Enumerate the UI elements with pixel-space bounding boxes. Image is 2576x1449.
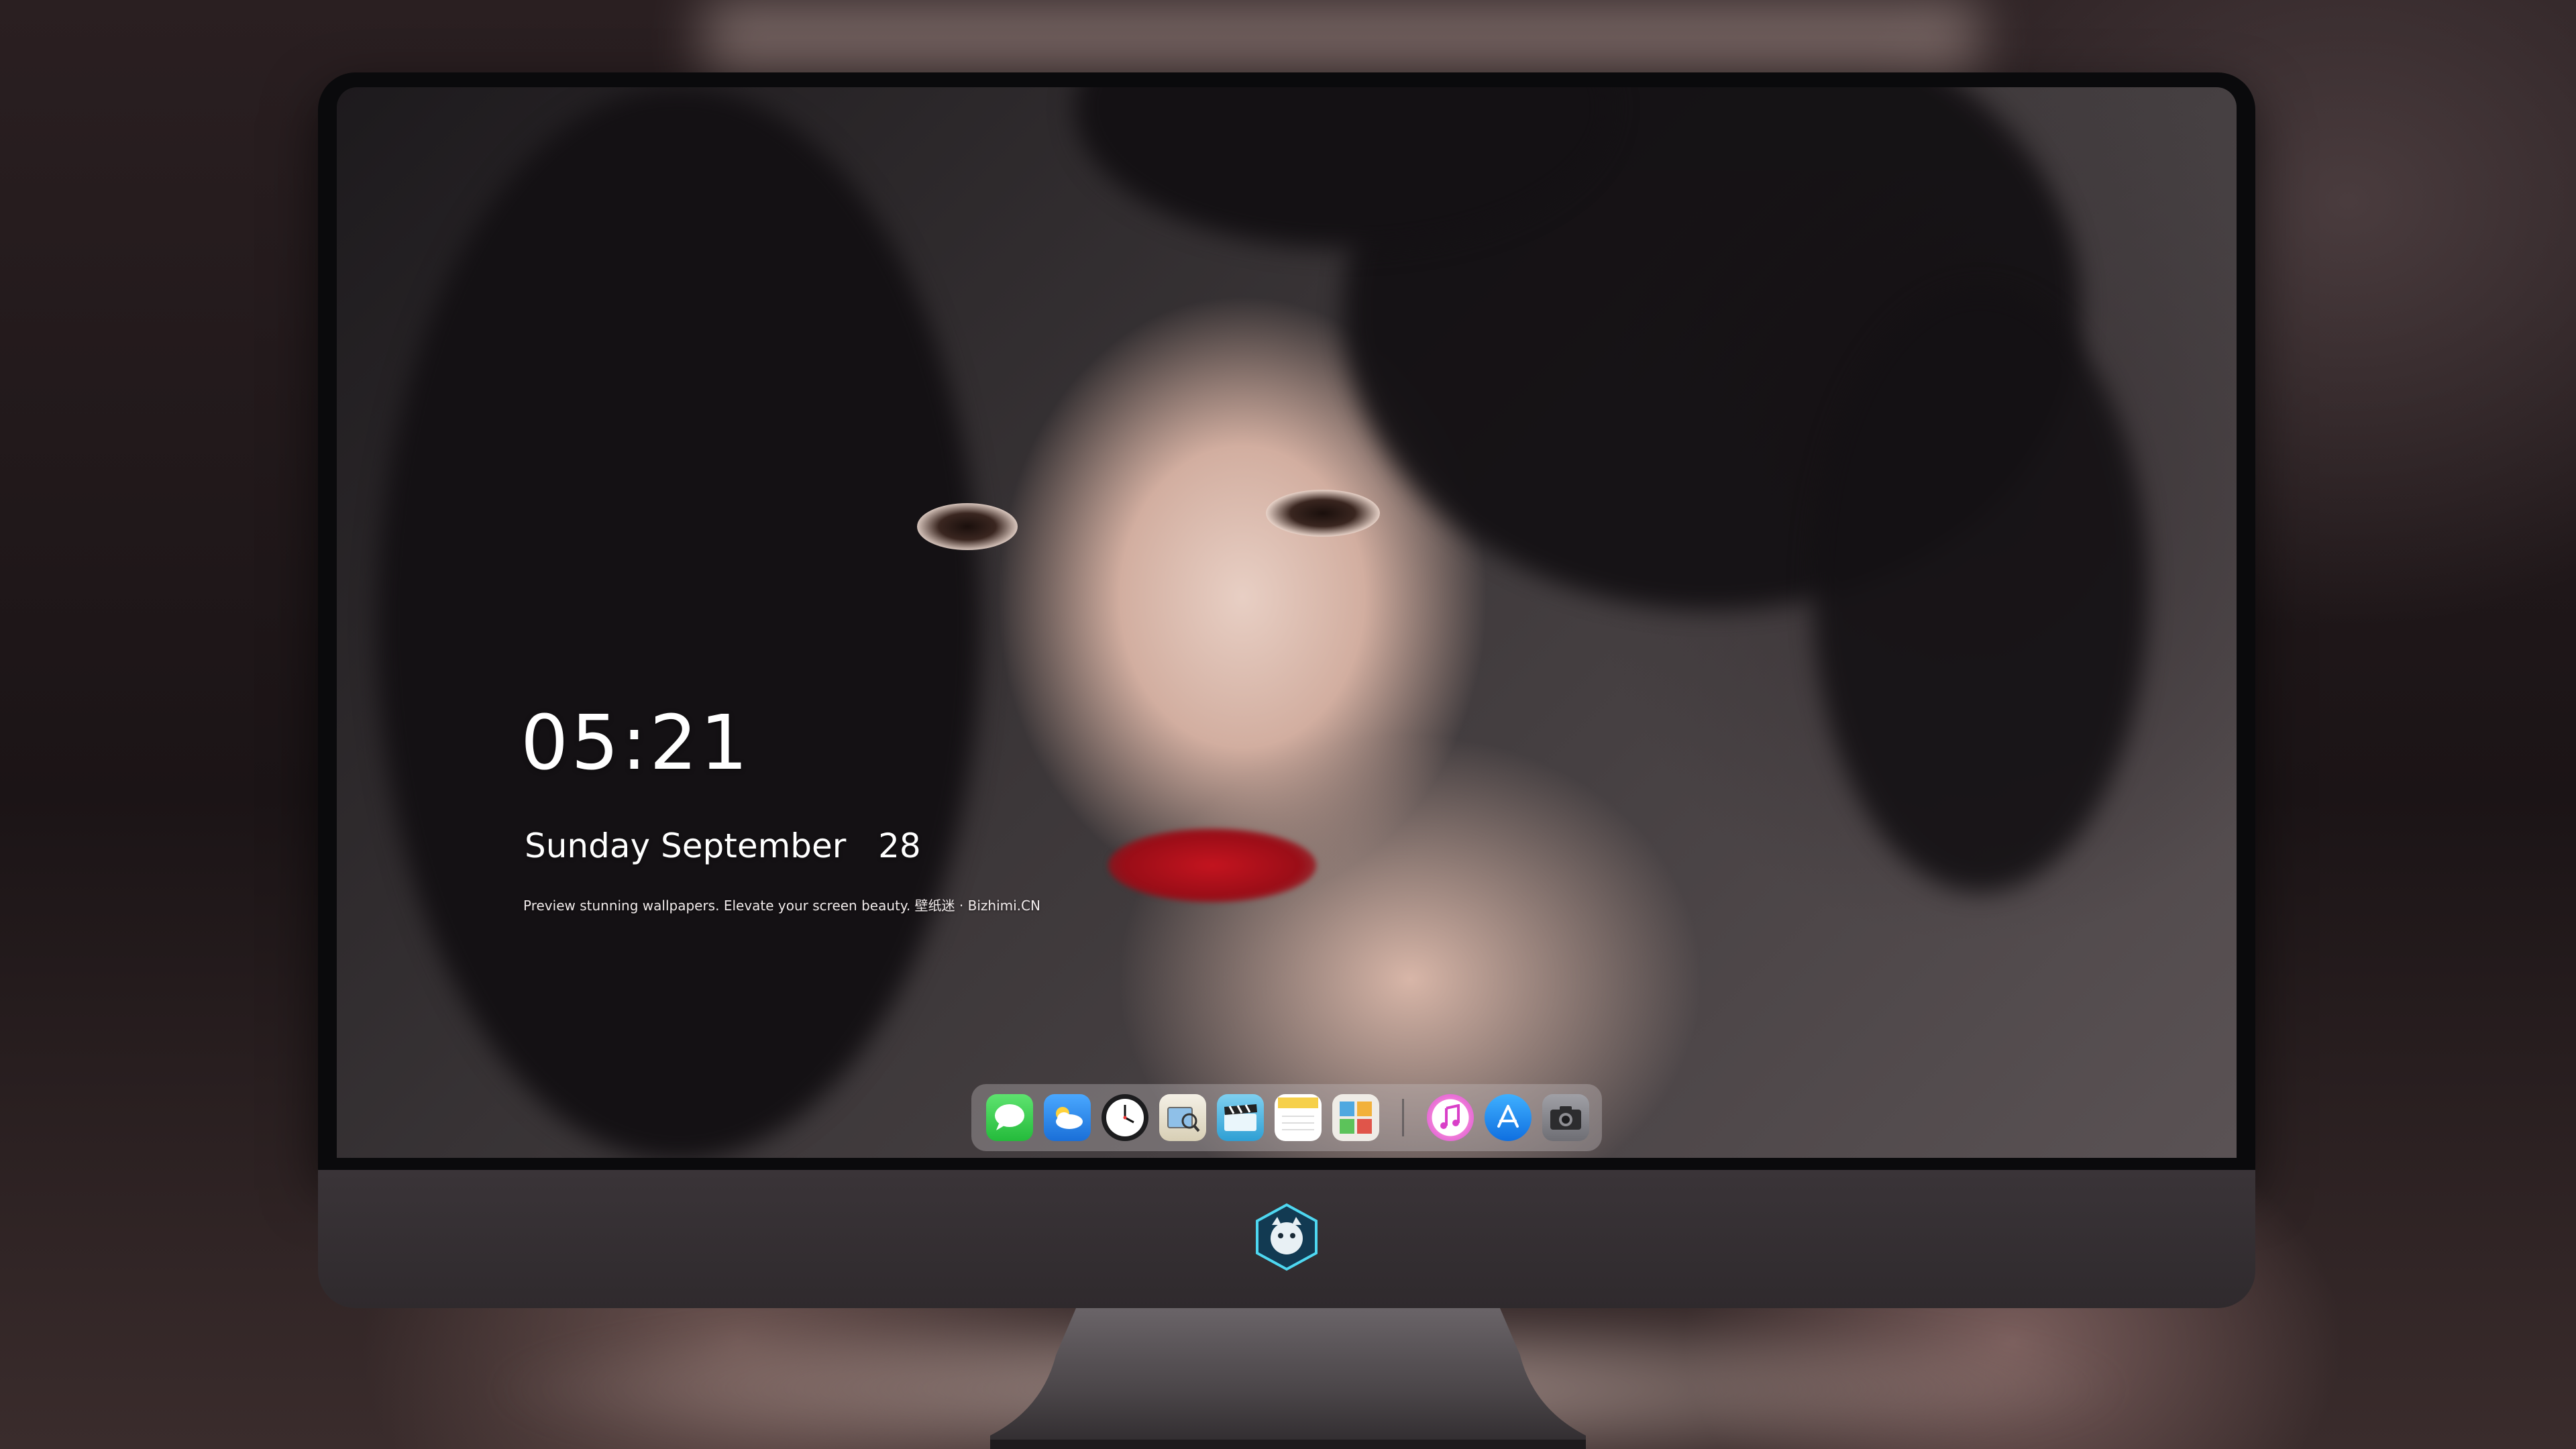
wallpaper-tagline: Preview stunning wallpapers. Elevate you… bbox=[523, 898, 1040, 914]
wallpaper-detail bbox=[1108, 828, 1316, 902]
clock-icon[interactable] bbox=[1102, 1094, 1148, 1141]
date-month: September bbox=[661, 826, 847, 865]
dock bbox=[971, 1084, 1602, 1151]
messages-icon[interactable] bbox=[986, 1094, 1033, 1141]
weather-icon[interactable] bbox=[1044, 1094, 1091, 1141]
brand-logo bbox=[1256, 1203, 1318, 1271]
photo-booth-icon[interactable] bbox=[1332, 1094, 1379, 1141]
date-weekday: Sunday bbox=[525, 826, 651, 865]
date-day: 28 bbox=[878, 826, 921, 865]
lock-clock: 05:21 bbox=[521, 700, 751, 787]
preview-icon[interactable] bbox=[1159, 1094, 1206, 1141]
monitor-stand bbox=[990, 1308, 1586, 1449]
notes-icon[interactable] bbox=[1275, 1094, 1322, 1141]
clips-icon[interactable] bbox=[1217, 1094, 1264, 1141]
music-icon[interactable] bbox=[1427, 1094, 1474, 1141]
lock-date: Sunday September 28 bbox=[525, 829, 921, 863]
desktop-screen: 05:21 Sunday September 28 Preview stunni… bbox=[337, 87, 2237, 1158]
dock-separator bbox=[1402, 1099, 1404, 1136]
monitor-bezel: 05:21 Sunday September 28 Preview stunni… bbox=[318, 72, 2255, 1170]
app-store-icon[interactable] bbox=[1485, 1094, 1532, 1141]
monitor: 05:21 Sunday September 28 Preview stunni… bbox=[318, 72, 2255, 1308]
camera-icon[interactable] bbox=[1542, 1094, 1589, 1141]
